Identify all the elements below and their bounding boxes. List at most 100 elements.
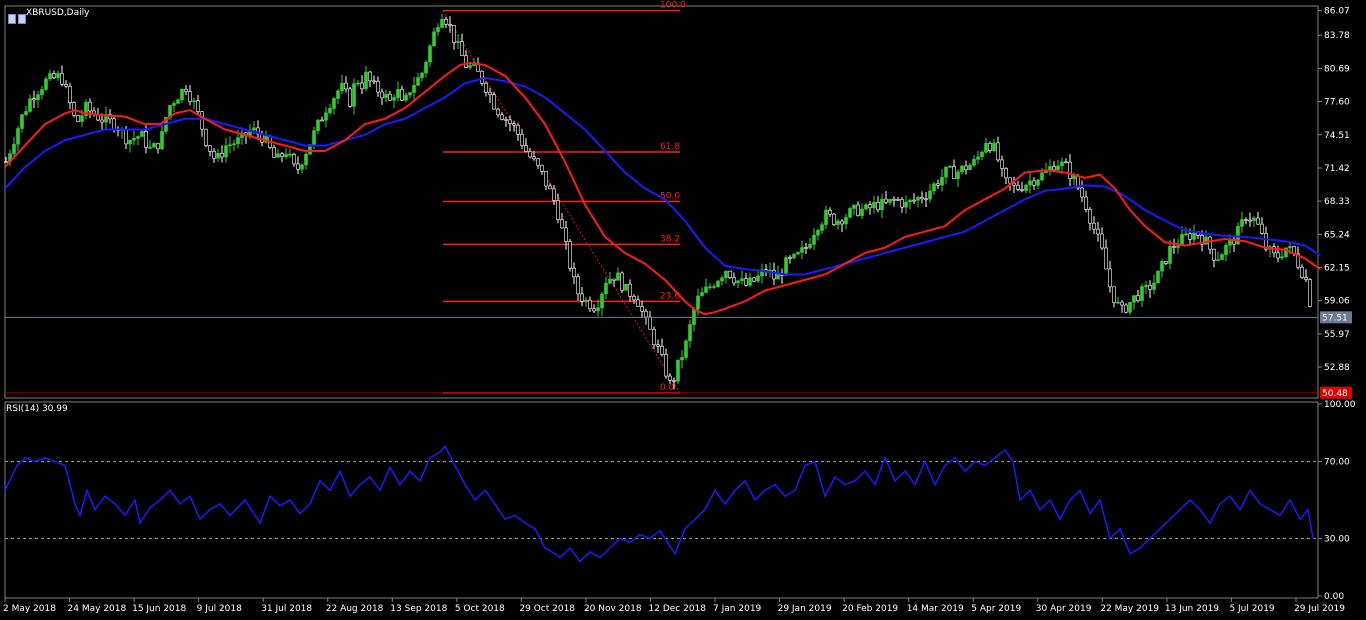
- candle-body: [976, 156, 980, 160]
- price-tick-label: 68.33: [1324, 197, 1350, 207]
- candle-body: [424, 61, 428, 74]
- candle-body: [344, 82, 348, 90]
- candle-body: [896, 199, 900, 201]
- candle-body: [1308, 279, 1312, 307]
- candle-body: [4, 161, 8, 164]
- candle-body: [860, 208, 864, 216]
- candle-body: [176, 99, 180, 104]
- candle-body: [1068, 161, 1072, 179]
- candle-body: [1164, 261, 1168, 264]
- candle-body: [1060, 161, 1064, 167]
- candle-body: [148, 147, 152, 149]
- candle-body: [172, 103, 176, 106]
- candle-body: [1008, 177, 1012, 184]
- candle-body: [576, 276, 580, 295]
- candle-body: [228, 144, 232, 147]
- candle-body: [948, 166, 952, 168]
- candle-body: [272, 147, 276, 158]
- candle-body: [376, 80, 380, 93]
- candle-body: [132, 138, 136, 141]
- candle-body: [1212, 248, 1216, 261]
- price-chart-canvas[interactable]: 100.061.850.038.223.60.0 86.0783.7880.69…: [0, 0, 1366, 620]
- candle-body: [1080, 187, 1084, 198]
- candle-body: [688, 324, 692, 342]
- candle-body: [816, 230, 820, 236]
- candle-body: [660, 346, 664, 355]
- candle-body: [448, 24, 452, 26]
- candle-body: [312, 130, 316, 145]
- candle-body: [340, 82, 344, 92]
- date-tick-label: 2 May 2018: [3, 604, 56, 614]
- candle-body: [1156, 270, 1160, 284]
- candle-body: [1152, 282, 1156, 290]
- candle-body: [964, 165, 968, 171]
- candle-body: [444, 19, 448, 25]
- chart-flag-icon[interactable]: [18, 14, 26, 24]
- candle-body: [180, 88, 184, 101]
- candle-body: [612, 278, 616, 281]
- candle-body: [216, 152, 220, 159]
- candle-body: [556, 200, 560, 220]
- candle-body: [492, 94, 496, 110]
- date-tick-label: 12 Dec 2018: [649, 604, 707, 614]
- candle-body: [696, 295, 700, 310]
- candle-body: [1148, 285, 1152, 290]
- price-tick-label: 55.97: [1324, 330, 1350, 340]
- candle-body: [236, 137, 240, 145]
- rsi-label: RSI(14) 30.99: [6, 404, 68, 414]
- candle-body: [388, 93, 392, 101]
- candle-body: [812, 234, 816, 245]
- candle-body: [1244, 219, 1248, 221]
- candle-body: [72, 102, 76, 116]
- candle-body: [404, 94, 408, 101]
- candle-body: [712, 286, 716, 288]
- date-tick-label: 22 Aug 2018: [326, 604, 384, 614]
- fibonacci-retracement[interactable]: 100.061.850.038.223.60.0: [442, 1, 686, 394]
- fast-moving-average-line: [4, 61, 1321, 316]
- candle-body: [1240, 219, 1244, 227]
- candle-body: [112, 118, 116, 130]
- candle-body: [972, 159, 976, 166]
- candle-body: [1304, 277, 1308, 280]
- candle-body: [504, 119, 508, 121]
- candle-body: [1188, 233, 1192, 240]
- candle-body: [732, 277, 736, 284]
- date-tick-label: 5 Jul 2019: [1229, 604, 1274, 614]
- candle-body: [292, 154, 296, 165]
- candle-body: [452, 24, 456, 43]
- candle-body: [1124, 304, 1128, 313]
- candle-body: [1100, 233, 1104, 249]
- date-tick-label: 5 Oct 2018: [455, 604, 505, 614]
- candle-body: [304, 153, 308, 166]
- candle-body: [184, 88, 188, 92]
- candle-body: [804, 247, 808, 249]
- candle-body: [1216, 259, 1220, 261]
- candle-body: [1104, 247, 1108, 270]
- rsi-panel[interactable]: 100.00 70.00 30.00 0.00: [4, 400, 1356, 602]
- chart-window-icons[interactable]: [8, 9, 28, 28]
- candle-body: [1052, 166, 1056, 171]
- candle-body: [392, 97, 396, 101]
- candle-body: [220, 152, 224, 158]
- candle-body: [1280, 256, 1284, 259]
- candle-body: [284, 154, 288, 158]
- candle-body: [336, 90, 340, 99]
- chart-grid-icon[interactable]: [8, 14, 16, 24]
- candle-body: [480, 71, 484, 84]
- candle-body: [912, 199, 916, 202]
- date-tick-label: 5 Apr 2019: [971, 604, 1021, 614]
- date-axis[interactable]: 2 May 2018 24 May 2018 15 Jun 2018 9 Jul 20…: [3, 598, 1345, 614]
- candle-body: [756, 275, 760, 282]
- candle-body: [908, 199, 912, 203]
- candle-body: [904, 201, 908, 208]
- candle-body: [820, 224, 824, 231]
- candle-body: [356, 82, 360, 85]
- candle-body: [992, 142, 996, 151]
- candle-body: [856, 204, 860, 216]
- candle-body: [1168, 246, 1172, 264]
- date-tick-label: 22 May 2019: [1100, 604, 1159, 614]
- candle-body: [920, 197, 924, 200]
- price-axis[interactable]: 86.07 83.78 80.69 77.60 74.51 71.42 68.33 65.24…: [5, 7, 1352, 399]
- candle-body: [1088, 209, 1092, 224]
- price-tick-label: 77.60: [1324, 98, 1350, 108]
